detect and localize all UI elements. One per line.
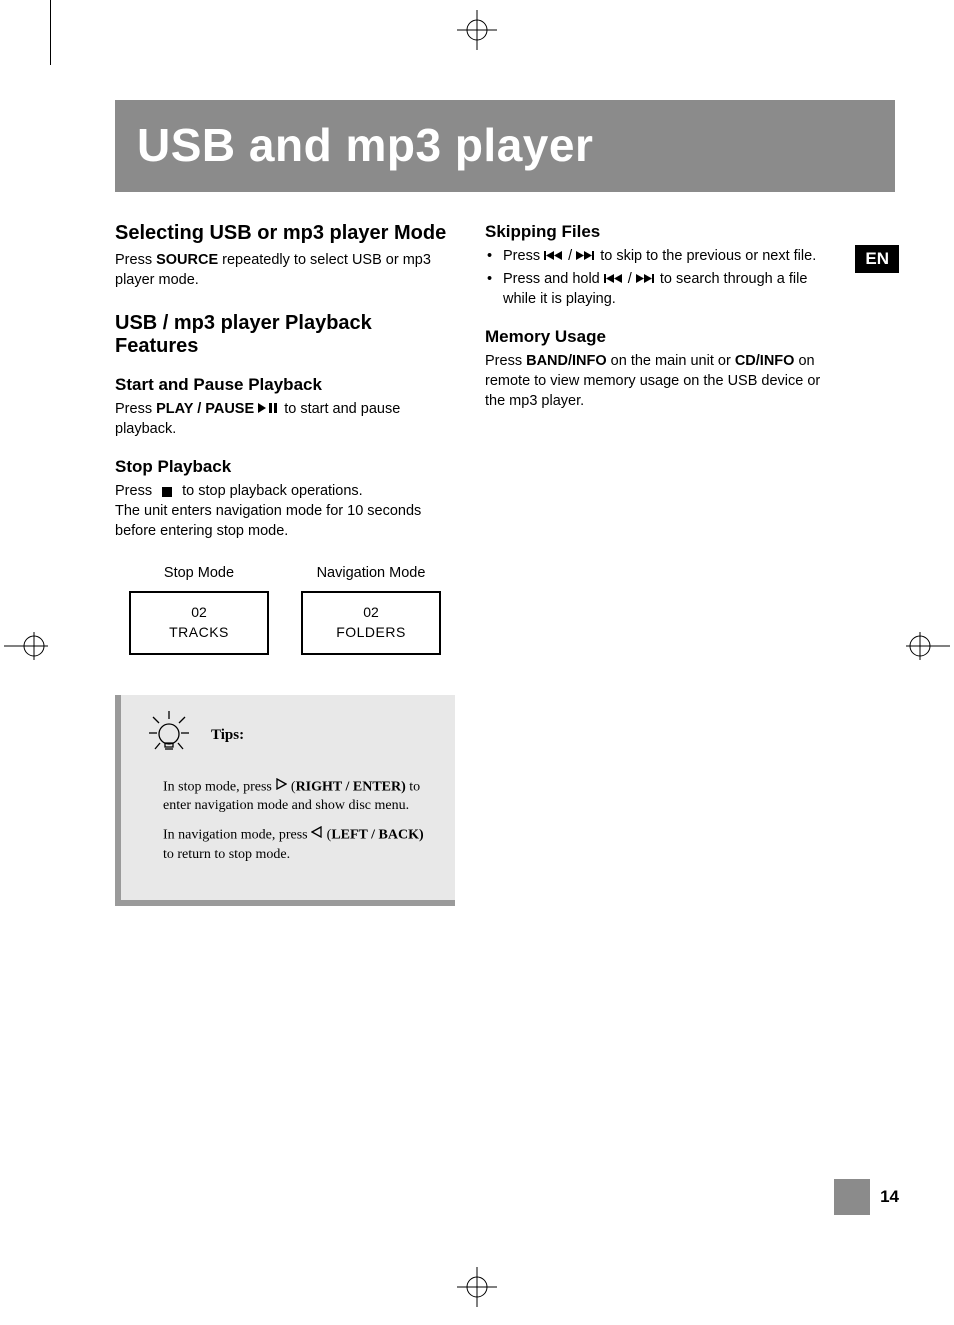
registration-mark-bottom <box>457 1267 497 1307</box>
text: ( <box>287 779 295 794</box>
tips-body: In stop mode, press (RIGHT / ENTER) to e… <box>163 778 435 865</box>
right-column: Skipping Files Press / to skip to the pr… <box>485 222 825 906</box>
skip-previous-icon <box>544 246 564 266</box>
text: to skip to the previous or next file. <box>600 248 816 264</box>
text: In stop mode, press <box>163 779 275 794</box>
nav-mode-number: 02 <box>303 603 439 623</box>
paragraph-start-pause: Press PLAY / PAUSE to start and pause pl… <box>115 399 455 439</box>
page-content: USB and mp3 player Selecting USB or mp3 … <box>115 100 895 906</box>
content-columns: Selecting USB or mp3 player Mode Press S… <box>115 222 895 906</box>
nav-mode-box: 02 FOLDERS <box>301 591 441 654</box>
tips-box: Tips: In stop mode, press (RIGHT / ENTER… <box>115 695 455 907</box>
text-bold: BAND/INFO <box>526 353 607 369</box>
subheading-stop: Stop Playback <box>115 457 455 477</box>
tips-line-2: In navigation mode, press (LEFT / BACK) … <box>163 826 435 864</box>
mode-display-row: Stop Mode 02 TRACKS Navigation Mode 02 F… <box>129 565 455 654</box>
text: Press <box>503 248 544 264</box>
tips-header: Tips: <box>145 709 435 762</box>
text-bold-playpause: PLAY / PAUSE <box>156 401 254 417</box>
text: / <box>628 271 636 287</box>
heading-select-mode: Selecting USB or mp3 player Mode <box>115 222 455 244</box>
heading-skipping: Skipping Files <box>485 222 825 242</box>
paragraph-select-mode: Press SOURCE repeatedly to select USB or… <box>115 250 455 290</box>
subheading-start-pause: Start and Pause Playback <box>115 375 455 395</box>
text: to return to stop mode. <box>163 847 290 862</box>
heading-memory: Memory Usage <box>485 327 825 347</box>
triangle-left-icon <box>311 826 323 845</box>
registration-mark-top <box>457 10 497 50</box>
nav-mode-block: Navigation Mode 02 FOLDERS <box>301 565 441 654</box>
text: In navigation mode, press <box>163 828 311 843</box>
page-number-square <box>834 1179 870 1215</box>
text: Press <box>115 252 156 268</box>
registration-mark-right <box>906 632 950 660</box>
stop-mode-number: 02 <box>131 603 267 623</box>
stop-icon <box>162 487 172 497</box>
text: Press and hold <box>503 271 604 287</box>
heading-playback-features: USB / mp3 player Playback Features <box>115 312 455 357</box>
text: on the main unit or <box>607 353 735 369</box>
skip-bullet-1: Press / to skip to the previous or next … <box>485 246 825 266</box>
paragraph-memory: Press BAND/INFO on the main unit or CD/I… <box>485 351 825 411</box>
tips-line-1: In stop mode, press (RIGHT / ENTER) to e… <box>163 778 435 816</box>
skipping-list: Press / to skip to the previous or next … <box>485 246 825 309</box>
stop-mode-text: TRACKS <box>131 623 267 643</box>
paragraph-stop-detail: The unit enters navigation mode for 10 s… <box>115 501 455 541</box>
text: Press <box>115 401 156 417</box>
skip-next-icon <box>636 269 656 289</box>
text: to stop playback operations. <box>182 483 363 499</box>
text: Press <box>115 483 156 499</box>
lightbulb-icon <box>145 709 193 762</box>
skip-bullet-2: Press and hold / to search through a fil… <box>485 269 825 309</box>
paragraph-stop: Press to stop playback operations. <box>115 481 455 501</box>
skip-next-icon <box>576 246 596 266</box>
tips-title: Tips: <box>211 727 244 744</box>
page-title: USB and mp3 player <box>115 100 895 192</box>
stop-mode-label: Stop Mode <box>129 565 269 581</box>
text-bold: RIGHT / ENTER) <box>296 779 406 794</box>
skip-previous-icon <box>604 269 624 289</box>
play-pause-icon <box>258 399 280 419</box>
page-number-block: 14 <box>834 1179 899 1215</box>
nav-mode-text: FOLDERS <box>303 623 439 643</box>
stop-mode-block: Stop Mode 02 TRACKS <box>129 565 269 654</box>
text: / <box>568 248 576 264</box>
nav-mode-label: Navigation Mode <box>301 565 441 581</box>
text-bold: CD/INFO <box>735 353 795 369</box>
triangle-right-icon <box>275 778 287 797</box>
stop-mode-box: 02 TRACKS <box>129 591 269 654</box>
trim-mark-vertical <box>50 0 51 65</box>
text: Press <box>485 353 526 369</box>
text-bold: LEFT / BACK) <box>331 828 423 843</box>
page-number: 14 <box>880 1187 899 1207</box>
left-column: Selecting USB or mp3 player Mode Press S… <box>115 222 455 906</box>
registration-mark-left <box>4 632 48 660</box>
text-bold-source: SOURCE <box>156 252 218 268</box>
